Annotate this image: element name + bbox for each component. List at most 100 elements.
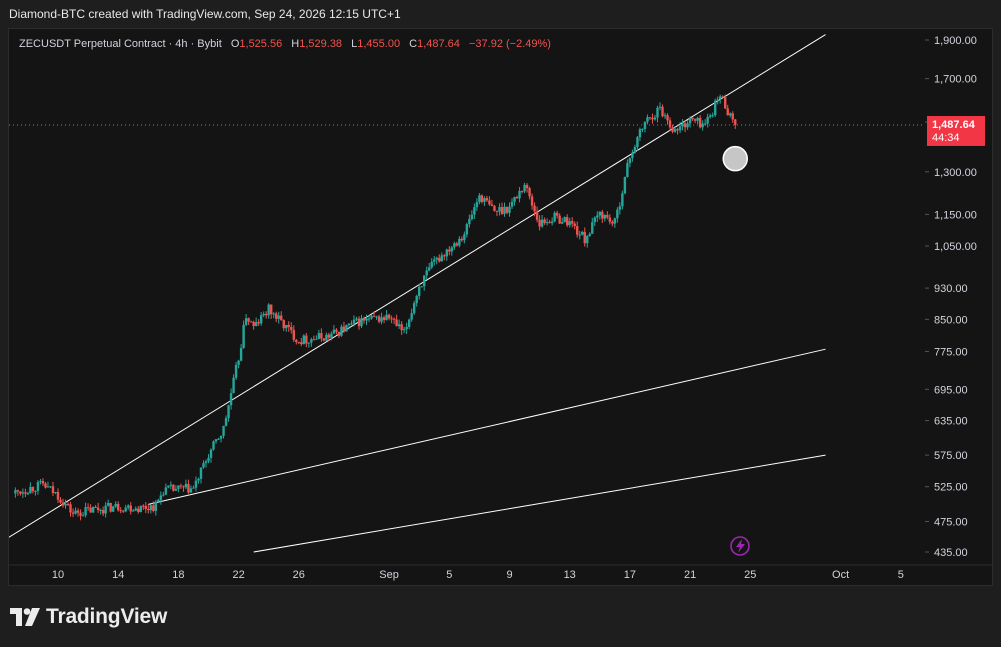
candle	[119, 507, 122, 514]
candle-body	[548, 222, 551, 224]
candle-body	[197, 478, 200, 481]
candle-body	[182, 486, 185, 488]
candle	[453, 241, 456, 250]
candle	[623, 176, 627, 195]
candle-body	[581, 231, 584, 235]
candle	[510, 198, 514, 209]
candle	[713, 98, 717, 118]
candle	[14, 487, 17, 498]
candle-body	[530, 196, 534, 206]
symbol-label: ZECUSDT Perpetual Contract · 4h · Bybit	[19, 38, 222, 50]
candle	[357, 316, 361, 330]
candle	[252, 320, 255, 330]
candle-body	[209, 449, 213, 458]
candle-body	[229, 393, 233, 406]
candle	[360, 314, 363, 329]
candle	[405, 322, 408, 335]
candle	[342, 321, 346, 333]
candle-body	[593, 217, 596, 223]
candle	[59, 497, 62, 504]
candle-body	[184, 483, 188, 488]
candle	[36, 480, 40, 495]
candle	[337, 331, 341, 338]
candle-body	[232, 377, 235, 394]
candle	[19, 491, 22, 496]
candle-body	[611, 221, 614, 224]
candle-body	[147, 508, 150, 511]
candle	[485, 195, 489, 202]
candle	[726, 104, 729, 116]
candle	[438, 254, 441, 263]
candle-body	[380, 317, 383, 322]
candle-body	[164, 487, 168, 495]
candle	[305, 332, 308, 348]
candle	[262, 311, 265, 318]
chart-area[interactable]: 435.00 475.00 525.00 575.00 635.00 695.00 775.…	[8, 28, 993, 586]
candle-body	[633, 147, 637, 153]
tradingview-logo[interactable]: TradingView	[10, 603, 167, 631]
lightning-icon[interactable]	[730, 536, 750, 556]
candle	[565, 214, 569, 228]
candle-body	[387, 314, 391, 319]
candle-body	[142, 505, 145, 507]
candle-body	[295, 339, 298, 342]
candle	[307, 342, 311, 348]
candle-body	[623, 176, 627, 194]
candle	[51, 481, 55, 496]
candle-body	[106, 502, 110, 506]
candle	[76, 508, 80, 517]
candle-body	[149, 505, 153, 511]
time-tick-label: 21	[684, 569, 696, 581]
candle	[601, 209, 604, 224]
candle-body	[41, 481, 45, 484]
candle-body	[488, 200, 491, 205]
candle	[696, 116, 699, 124]
candle-body	[525, 184, 529, 189]
candle-body	[430, 261, 433, 268]
candle-body	[71, 512, 75, 514]
candle	[194, 476, 198, 492]
candle	[139, 505, 142, 513]
candle-body	[588, 233, 591, 236]
candle-body	[470, 214, 474, 220]
candle	[397, 319, 401, 329]
candle	[606, 211, 609, 220]
candle-body	[139, 505, 142, 512]
candle	[503, 202, 506, 217]
candle-body	[367, 318, 371, 320]
candle-body	[91, 507, 95, 513]
candle-body	[558, 215, 561, 224]
candle-body	[16, 490, 20, 492]
candle-body	[204, 461, 208, 464]
candle-body	[676, 129, 679, 131]
candle-body	[280, 315, 283, 321]
candle-body	[603, 214, 607, 219]
candle-body	[252, 321, 255, 327]
candle-body	[370, 315, 373, 319]
candle-body	[320, 333, 323, 339]
candle-body	[443, 255, 446, 257]
candle-body	[222, 425, 225, 436]
candle-body	[34, 490, 37, 492]
candle-body	[523, 184, 526, 192]
candle	[64, 499, 67, 509]
candle	[355, 316, 358, 322]
candle-body	[425, 270, 428, 276]
candle-body	[114, 503, 117, 507]
price-tick-label: 635.00	[934, 416, 968, 428]
price-chart[interactable]: 435.00 475.00 525.00 575.00 635.00 695.00 775.…	[9, 29, 992, 585]
candle-body	[428, 267, 431, 271]
candle	[325, 332, 328, 341]
open-value: 1,525.56	[239, 38, 282, 50]
candle	[237, 359, 240, 369]
candle	[275, 311, 278, 323]
candle-body	[259, 315, 263, 324]
candle-body	[412, 303, 416, 314]
candle	[24, 488, 27, 498]
candle-body	[666, 115, 669, 121]
time-tick-label: 17	[624, 569, 636, 581]
candle	[402, 326, 406, 334]
candle-body	[154, 501, 158, 511]
candle-body	[132, 510, 135, 512]
candle-body	[302, 335, 306, 345]
